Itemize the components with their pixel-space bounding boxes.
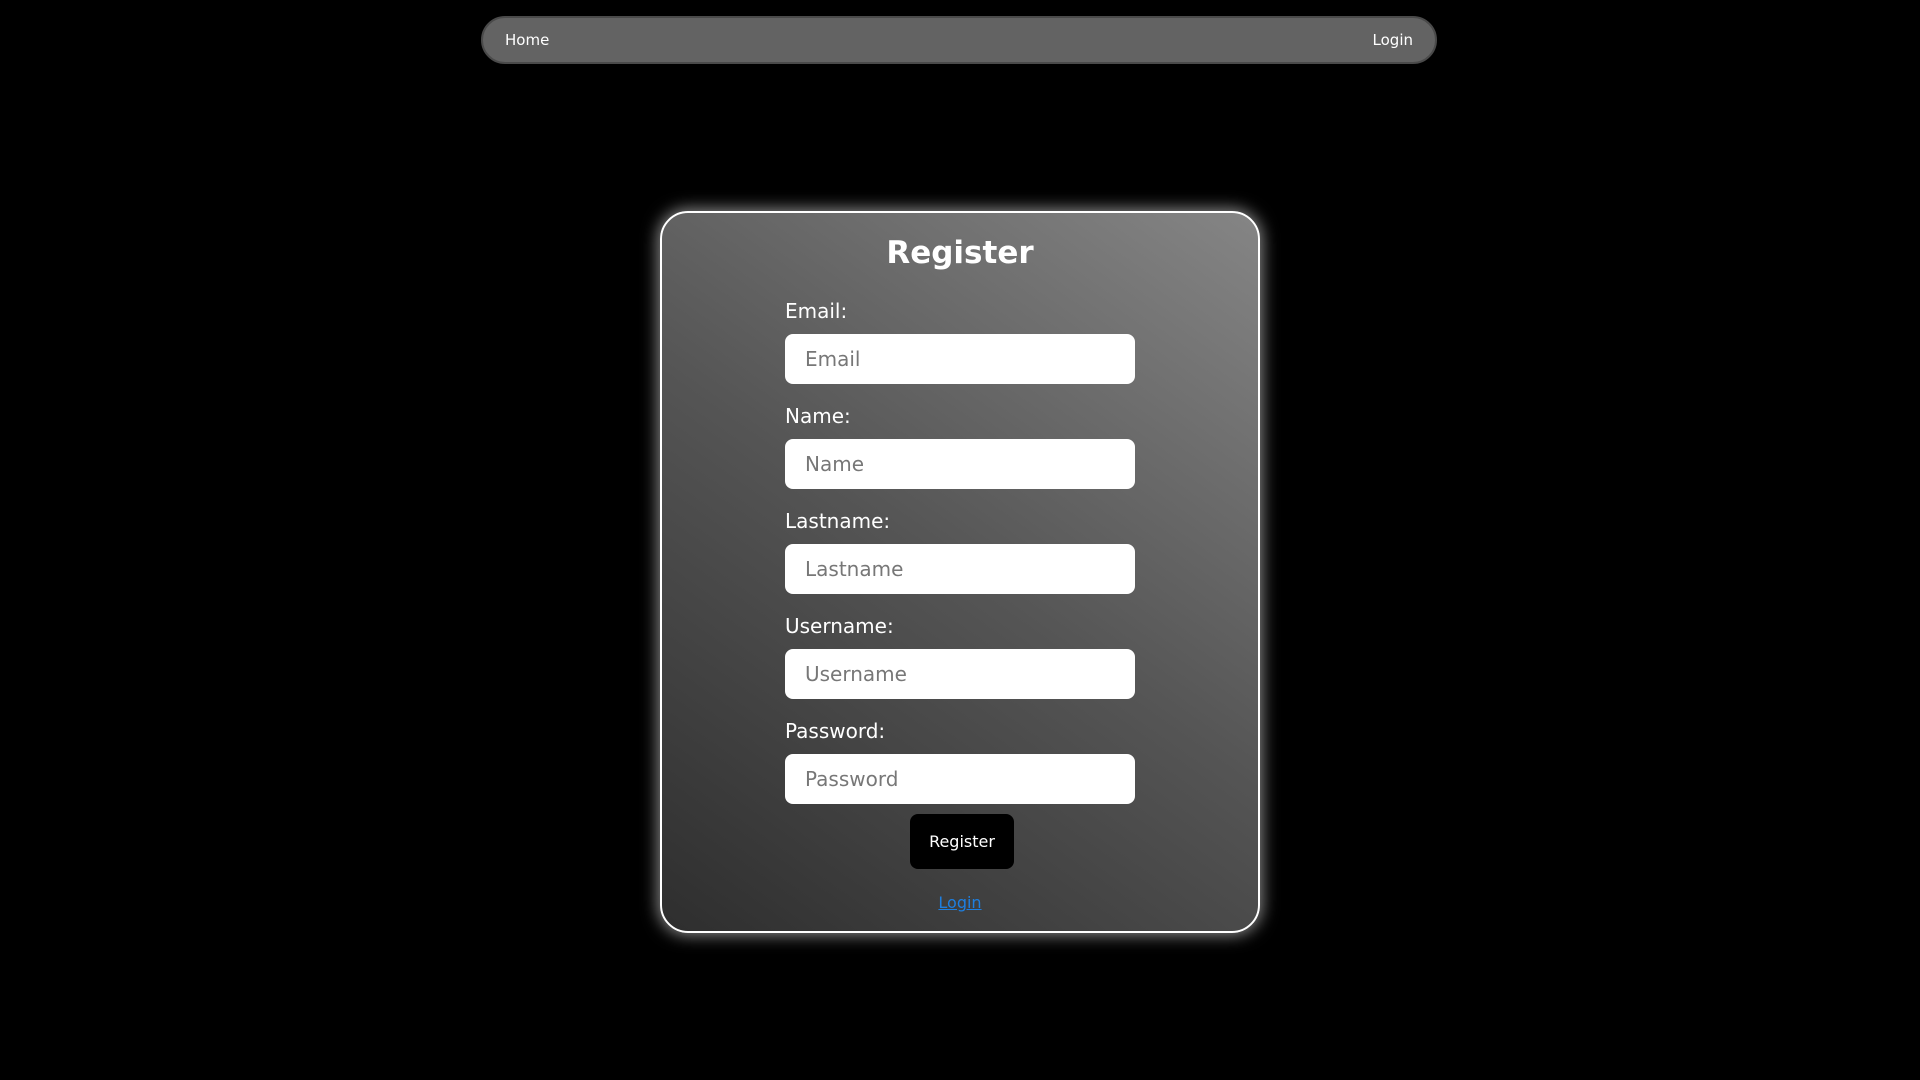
username-field[interactable] [785,649,1135,699]
nav-home-link[interactable]: Home [505,31,549,49]
lastname-label: Lastname: [785,509,891,533]
register-button[interactable]: Register [910,814,1014,869]
login-link[interactable]: Login [662,893,1258,912]
password-field[interactable] [785,754,1135,804]
nav-login-link[interactable]: Login [1373,31,1413,49]
register-title: Register [886,235,1034,271]
name-label: Name: [785,404,851,428]
email-label: Email: [785,299,848,323]
username-label: Username: [785,614,894,638]
lastname-field[interactable] [785,544,1135,594]
register-card: Register Email: Name: Lastname: Username… [660,211,1260,933]
top-navbar: Home Login [481,16,1437,64]
email-field[interactable] [785,334,1135,384]
password-label: Password: [785,719,886,743]
name-field[interactable] [785,439,1135,489]
